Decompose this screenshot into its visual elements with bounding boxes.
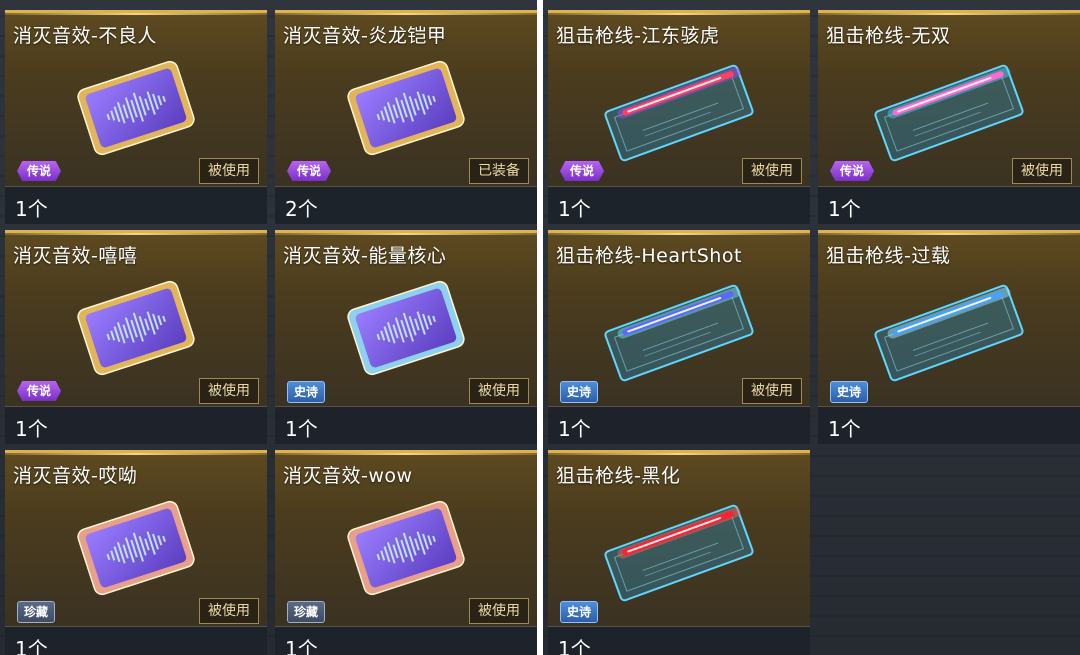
item-count: 1个 [558,637,591,655]
sniper-trail-card[interactable]: 狙击枪线-HeartShot 史诗 被使用 1个 [548,230,810,444]
sniper-trail-card[interactable]: 狙击枪线-黑化史诗 1个 [548,450,810,655]
card-header: 狙击枪线-HeartShot 史诗 被使用 [548,230,810,406]
card-header: 消灭音效-嘻嘻传说 被使用 [5,230,267,406]
sniper-trails-panel: 狙击枪线-江东骇虎 传说 被使用 1个 狙击枪线-无双 传说 被使用 1个 狙击枪线-Heart… [543,0,1080,655]
sound-effects-panel: 消灭音效-不良人 传说 被使用 1个 消灭音效-炎龙铠甲 传说 已装备 2个 消灭音效-嘻嘻 传说… [0,0,537,655]
item-title: 狙击枪线-黑化 [556,465,681,487]
card-header: 消灭音效-不良人传说 被使用 [5,10,267,186]
rarity-badge: 史诗 [560,601,599,623]
item-title: 消灭音效-炎龙铠甲 [283,25,447,47]
sniper-trail-card[interactable]: 狙击枪线-江东骇虎传说 被使用 1个 [548,10,810,224]
rarity-badge: 珍藏 [287,601,326,623]
sound-effect-card[interactable]: 消灭音效-wow 珍藏 被使用 1个 [275,450,537,655]
use-status-button[interactable]: 被使用 [199,378,259,404]
card-header: 狙击枪线-江东骇虎传说 被使用 [548,10,810,186]
card-header: 消灭音效-wow 珍藏 被使用 [275,450,537,626]
rarity-badge: 珍藏 [17,601,56,623]
use-status-button[interactable]: 被使用 [199,158,259,184]
rarity-badge: 传说 [560,161,605,181]
card-header: 狙击枪线-过载史诗 [818,230,1080,406]
card-header: 消灭音效-炎龙铠甲传说 已装备 [275,10,537,186]
sniper-trail-card[interactable]: 狙击枪线-无双传说 被使用 1个 [818,10,1080,224]
rarity-badge: 传说 [830,161,875,181]
item-count: 1个 [285,637,318,655]
rarity-badge: 史诗 [287,381,326,403]
item-count: 1个 [15,417,48,441]
sound-effect-card[interactable]: 消灭音效-不良人传说 被使用 1个 [5,10,267,224]
use-status-button[interactable]: 被使用 [1012,158,1072,184]
card-footer: 1个 [5,626,267,655]
use-status-button[interactable]: 被使用 [199,598,259,624]
rarity-badge: 史诗 [830,381,869,403]
use-status-button[interactable]: 被使用 [469,378,529,404]
card-header: 狙击枪线-黑化史诗 [548,450,810,626]
card-footer: 1个 [5,406,267,444]
card-footer: 2个 [275,186,537,224]
card-footer: 1个 [818,186,1080,224]
item-title: 消灭音效-嘻嘻 [13,245,138,267]
item-title: 消灭音效-哎呦 [13,465,138,487]
card-header: 消灭音效-能量核心史诗 被使用 [275,230,537,406]
item-title: 狙击枪线-江东骇虎 [556,25,720,47]
sound-effect-card[interactable]: 消灭音效-能量核心史诗 被使用 1个 [275,230,537,444]
card-header: 狙击枪线-无双传说 被使用 [818,10,1080,186]
item-title: 消灭音效-wow [283,465,413,487]
card-footer: 1个 [275,406,537,444]
use-status-button[interactable]: 被使用 [742,158,802,184]
item-title: 消灭音效-能量核心 [283,245,447,267]
item-title: 消灭音效-不良人 [13,25,157,47]
item-count: 1个 [558,417,591,441]
rarity-badge: 传说 [17,381,62,401]
item-title: 狙击枪线-HeartShot [556,245,742,267]
item-count: 2个 [285,197,318,221]
use-status-button[interactable]: 被使用 [742,378,802,404]
rarity-badge: 传说 [17,161,62,181]
rarity-badge: 传说 [287,161,332,181]
item-count: 1个 [15,197,48,221]
card-footer: 1个 [548,186,810,224]
card-footer: 1个 [5,186,267,224]
card-footer: 1个 [548,626,810,655]
use-status-button[interactable]: 已装备 [469,158,529,184]
item-title: 狙击枪线-无双 [826,25,951,47]
sound-effect-card[interactable]: 消灭音效-嘻嘻传说 被使用 1个 [5,230,267,444]
item-count: 1个 [15,637,48,655]
card-header: 消灭音效-哎呦珍藏 被使用 [5,450,267,626]
item-count: 1个 [558,197,591,221]
sound-effect-card[interactable]: 消灭音效-哎呦珍藏 被使用 1个 [5,450,267,655]
use-status-button[interactable]: 被使用 [469,598,529,624]
item-title: 狙击枪线-过载 [826,245,951,267]
card-footer: 1个 [548,406,810,444]
item-count: 1个 [828,197,861,221]
sound-effect-card[interactable]: 消灭音效-炎龙铠甲传说 已装备 2个 [275,10,537,224]
item-count: 1个 [828,417,861,441]
sniper-trail-card[interactable]: 狙击枪线-过载史诗 1个 [818,230,1080,444]
card-footer: 1个 [275,626,537,655]
rarity-badge: 史诗 [560,381,599,403]
card-footer: 1个 [818,406,1080,444]
item-count: 1个 [285,417,318,441]
